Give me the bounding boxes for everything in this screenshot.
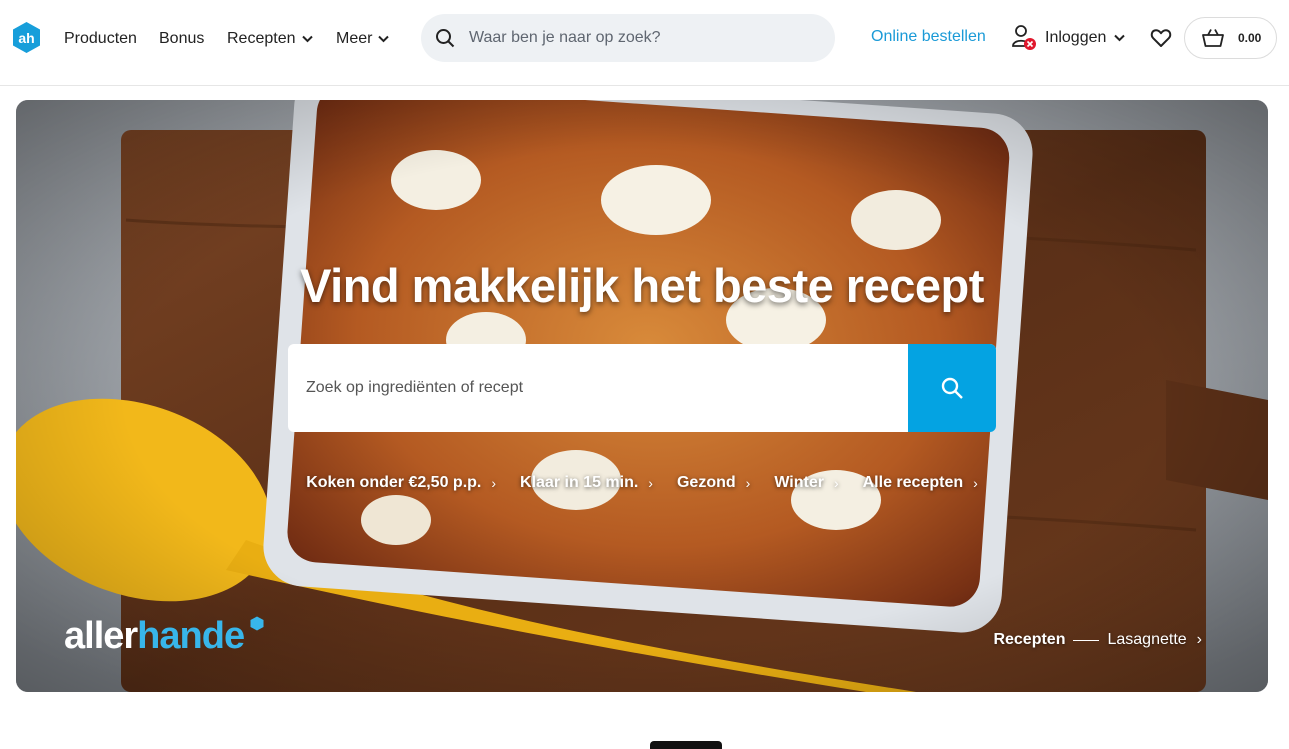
breadcrumb-lasagnette[interactable]: Lasagnette [1107, 631, 1186, 649]
quick-link-budget[interactable]: Koken onder €2,50 p.p. › [306, 474, 496, 492]
nav-producten-label: Producten [64, 30, 137, 47]
brand-part-2: hande [137, 615, 245, 657]
heart-icon[interactable] [1150, 27, 1172, 49]
nav-recepten-label: Recepten [227, 30, 296, 47]
chevron-right-icon: › [833, 475, 839, 491]
chevron-right-icon[interactable]: › [1197, 631, 1202, 649]
quick-link-label: Klaar in 15 min. [520, 474, 639, 491]
recipe-search[interactable] [288, 344, 996, 432]
ah-logo-icon[interactable]: ah [11, 21, 42, 54]
chevron-down-icon [301, 35, 313, 43]
breadcrumb-recepten[interactable]: Recepten [993, 631, 1065, 649]
online-bestellen-link[interactable]: Online bestellen [871, 28, 986, 46]
quick-link-winter[interactable]: Winter › [774, 474, 838, 492]
chevron-right-icon: › [648, 475, 653, 491]
svg-text:ah: ah [18, 30, 34, 46]
chevron-right-icon: › [491, 475, 497, 491]
quick-link-15min[interactable]: Klaar in 15 min. › [520, 474, 653, 492]
search-icon[interactable] [435, 28, 455, 48]
nav-meer-label: Meer [336, 30, 373, 47]
nav-bonus-label: Bonus [159, 30, 205, 47]
breadcrumb-divider [1073, 639, 1100, 641]
brand-part-1: aller [64, 615, 138, 657]
cart-button[interactable]: 0.00 [1184, 17, 1277, 59]
recipe-search-input[interactable] [304, 378, 888, 398]
quick-link-label: Koken onder €2,50 p.p. [306, 474, 482, 491]
recipe-search-button[interactable] [908, 344, 996, 432]
chevron-down-icon [1114, 34, 1126, 42]
search-icon [941, 377, 963, 399]
hero-title: Vind makkelijk het beste recept [300, 259, 984, 312]
chevron-right-icon: › [973, 475, 978, 491]
quick-link-gezond[interactable]: Gezond › [677, 474, 750, 492]
header-search[interactable] [421, 14, 835, 62]
quick-link-label: Alle recepten [862, 474, 964, 491]
chevron-right-icon: › [745, 475, 751, 491]
nav-bonus[interactable]: Bonus [159, 28, 204, 50]
quick-links: Koken onder €2,50 p.p. › Klaar in 15 min… [16, 474, 1268, 492]
breadcrumb: Recepten Lasagnette › [993, 631, 1202, 649]
allerhande-logo[interactable]: allerhande [64, 615, 245, 658]
site-header: ah Producten Bonus Recepten Meer Online … [0, 0, 1289, 86]
chevron-down-icon [378, 35, 390, 43]
nav-producten[interactable]: Producten [64, 28, 137, 50]
nav-recepten[interactable]: Recepten [227, 28, 313, 50]
nav-meer[interactable]: Meer [336, 28, 390, 50]
user-icon [1012, 25, 1036, 50]
cart-amount: 0.00 [1238, 31, 1262, 45]
ah-badge-icon [250, 616, 264, 631]
basket-icon [1202, 29, 1224, 47]
header-search-input[interactable] [467, 28, 811, 48]
partial-element [650, 741, 722, 749]
login-label: Inloggen [1045, 29, 1107, 46]
quick-link-alle-recepten[interactable]: Alle recepten › [863, 474, 978, 492]
login-button[interactable]: Inloggen [1011, 24, 1126, 52]
quick-link-label: Winter [774, 474, 824, 491]
recipe-hero: Vind makkelijk het beste recept Koken on… [16, 100, 1268, 692]
quick-link-label: Gezond [676, 474, 736, 491]
